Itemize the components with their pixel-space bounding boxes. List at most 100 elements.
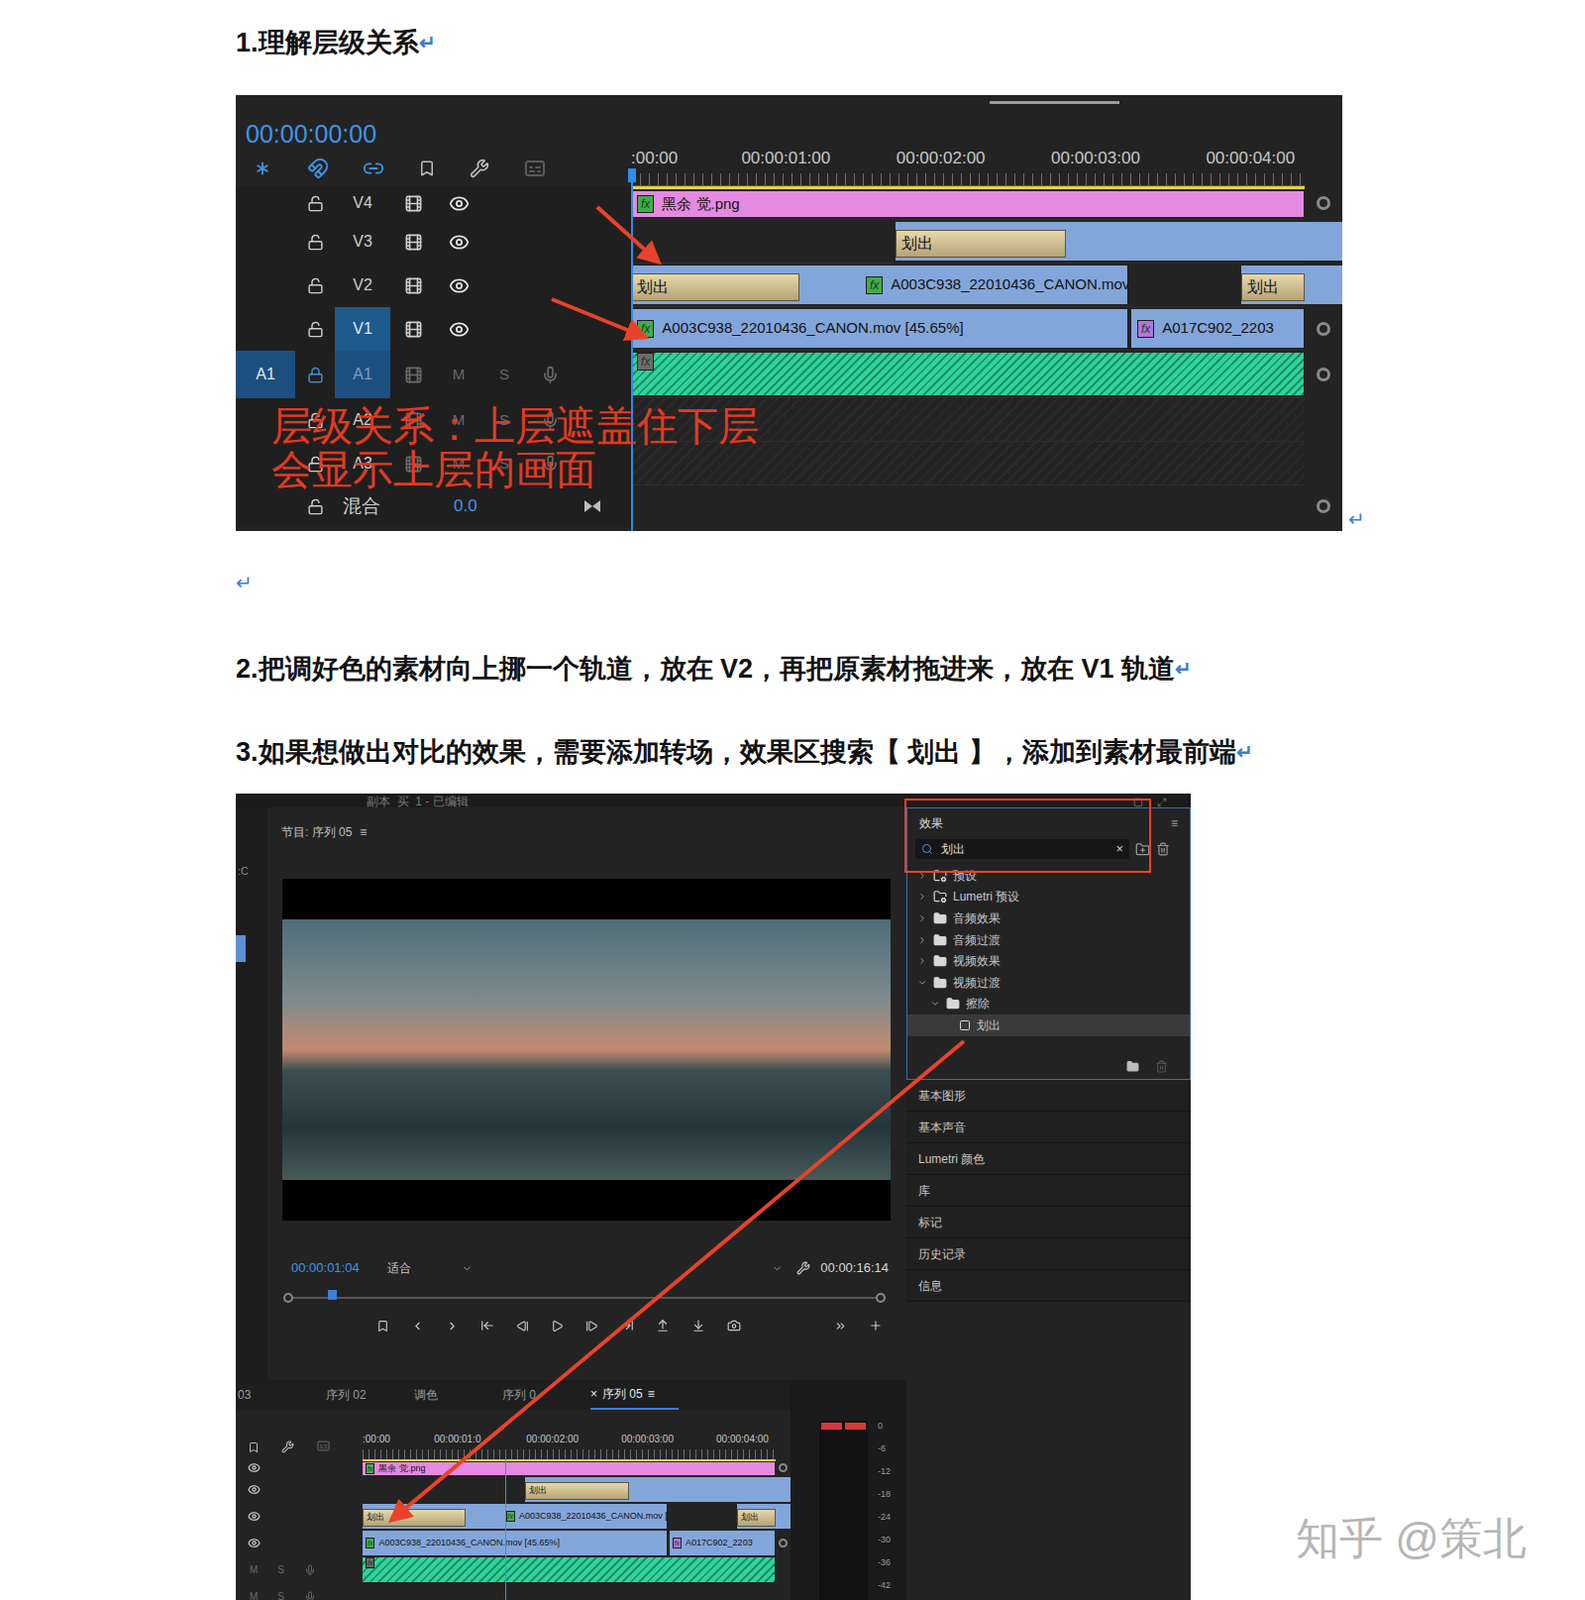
- lock-icon[interactable]: [307, 498, 324, 516]
- solo-button[interactable]: S: [481, 363, 528, 387]
- marker-icon[interactable]: [247, 1441, 260, 1454]
- sync-lock-icon[interactable]: [404, 365, 423, 385]
- mark-out-icon[interactable]: [445, 1319, 459, 1333]
- mark-in-icon[interactable]: [411, 1319, 424, 1333]
- chevron-down-icon[interactable]: [771, 1263, 783, 1274]
- effects-tree-item[interactable]: 预设: [907, 864, 1190, 887]
- lift-icon[interactable]: [655, 1318, 670, 1333]
- lock-icon[interactable]: [307, 320, 324, 338]
- captions-icon[interactable]: [316, 1438, 331, 1454]
- tab-menu[interactable]: ≡: [647, 1384, 655, 1403]
- mic-icon[interactable]: [540, 365, 560, 385]
- image-clip[interactable]: fx黑余 觉.png: [631, 191, 1305, 217]
- source-patch[interactable]: A1: [235, 350, 296, 399]
- scroll-handle[interactable]: [1316, 321, 1331, 336]
- zoom-dropdown[interactable]: 适合: [387, 1259, 473, 1277]
- sequence-tab[interactable]: ×序列 05≡: [590, 1379, 679, 1410]
- lock-icon[interactable]: [307, 277, 324, 295]
- sequence-tab[interactable]: 序列 02: [325, 1379, 415, 1410]
- tab-close[interactable]: ×: [590, 1384, 598, 1403]
- chevron-down-icon[interactable]: [930, 998, 941, 1009]
- panel-header[interactable]: 标记: [906, 1206, 1191, 1239]
- video-clip[interactable]: fxA003C938_22010436_CANON.mov [45.65%]: [362, 1530, 668, 1556]
- sync-lock-icon[interactable]: [404, 194, 423, 213]
- video-clip[interactable]: fxA003C938_22010436_CANON.mov [45.65%]: [631, 309, 1129, 348]
- track-target[interactable]: A1: [334, 350, 391, 399]
- eye-icon[interactable]: [247, 1509, 261, 1523]
- track-target[interactable]: V4: [334, 186, 391, 220]
- eye-icon[interactable]: [448, 193, 470, 214]
- mic-icon[interactable]: [304, 1564, 317, 1577]
- effects-search[interactable]: 划出×: [915, 839, 1130, 859]
- sync-lock-icon[interactable]: [404, 319, 423, 339]
- effects-tree-item[interactable]: 音频效果: [907, 907, 1190, 930]
- transition-clip[interactable]: 划出: [895, 229, 1066, 258]
- extract-icon[interactable]: [691, 1318, 706, 1333]
- scroll-bar[interactable]: [989, 101, 1120, 105]
- go-to-in-icon[interactable]: [480, 1318, 495, 1333]
- preset-folder-icon[interactable]: [933, 889, 948, 904]
- sync-lock-icon[interactable]: [404, 232, 423, 252]
- captions-icon[interactable]: [523, 156, 547, 181]
- wrench-icon[interactable]: [796, 1261, 811, 1275]
- panel-header[interactable]: 基本图形: [906, 1079, 1191, 1112]
- effects-tree-item[interactable]: 擦除: [907, 993, 1190, 1016]
- snap-icon[interactable]: [251, 157, 274, 180]
- folder-icon[interactable]: [933, 933, 948, 948]
- sequence-tab[interactable]: 03: [237, 1379, 326, 1410]
- image-clip[interactable]: fx黑余 觉.png: [362, 1462, 776, 1476]
- plus-icon[interactable]: [868, 1318, 883, 1333]
- eye-icon[interactable]: [247, 1482, 261, 1496]
- chevron-right-icon[interactable]: [917, 955, 928, 966]
- mute-button[interactable]: M: [249, 1588, 258, 1600]
- sequence-tab[interactable]: 调色: [414, 1379, 503, 1410]
- scroll-handle[interactable]: [1316, 196, 1331, 211]
- scroll-handle[interactable]: [1316, 499, 1331, 514]
- quality-dropdown[interactable]: [699, 1263, 783, 1274]
- eye-icon[interactable]: [247, 1536, 261, 1550]
- clear-search[interactable]: ×: [1115, 839, 1124, 859]
- transition-clip[interactable]: 划出: [737, 1508, 776, 1526]
- mini-playhead[interactable]: [505, 1459, 507, 1600]
- lock-icon[interactable]: [307, 233, 324, 251]
- bowtie-icon[interactable]: [582, 498, 603, 515]
- panel-header[interactable]: 库: [906, 1174, 1191, 1207]
- folder-icon[interactable]: [933, 975, 948, 990]
- track-target[interactable]: V1: [334, 307, 391, 351]
- panel-header[interactable]: 信息: [906, 1269, 1191, 1302]
- folder-icon[interactable]: [933, 953, 948, 968]
- chevron-down-icon[interactable]: [461, 1263, 473, 1274]
- chevron-right-icon[interactable]: [917, 891, 928, 902]
- linked-selection-icon[interactable]: [362, 157, 385, 180]
- audio-clip[interactable]: fx: [631, 352, 1305, 396]
- more-icon[interactable]: [834, 1319, 847, 1333]
- wrench-icon[interactable]: [469, 158, 490, 179]
- folder-icon[interactable]: [933, 911, 948, 926]
- folder-icon[interactable]: [946, 996, 960, 1011]
- effects-tree-item[interactable]: 音频过渡: [907, 929, 1190, 951]
- panel-header[interactable]: 历史记录: [906, 1238, 1191, 1270]
- folder-icon[interactable]: [1126, 1059, 1140, 1073]
- video-clip[interactable]: fxA017C902_2203: [669, 1530, 776, 1556]
- effects-tree-item[interactable]: 划出: [907, 1014, 1190, 1037]
- eye-icon[interactable]: [448, 231, 470, 253]
- monitor-timecode[interactable]: 00:00:01:04: [291, 1258, 360, 1278]
- effects-tree-item[interactable]: Lumetri 预设: [907, 886, 1190, 909]
- effects-tree-item[interactable]: 视频过渡: [907, 971, 1190, 994]
- wrench-icon[interactable]: [281, 1440, 295, 1454]
- maximize-icon[interactable]: [1157, 797, 1167, 808]
- transition-clip[interactable]: 划出: [525, 1481, 630, 1499]
- sequence-tab[interactable]: 序列 0: [502, 1379, 591, 1410]
- transition-icon[interactable]: [958, 1019, 971, 1032]
- chevron-right-icon[interactable]: [917, 935, 928, 946]
- scrubber-playhead[interactable]: [327, 1289, 337, 1300]
- eye-icon[interactable]: [448, 275, 470, 297]
- transition-clip[interactable]: 划出: [362, 1508, 466, 1526]
- chevron-right-icon[interactable]: [917, 913, 928, 924]
- transition-clip[interactable]: 划出: [1241, 273, 1305, 302]
- audio-clip[interactable]: fx: [362, 1557, 776, 1583]
- mic-icon[interactable]: [304, 1590, 317, 1600]
- delete-icon[interactable]: [1156, 842, 1170, 856]
- playhead[interactable]: [631, 168, 634, 531]
- eye-icon[interactable]: [247, 1461, 261, 1475]
